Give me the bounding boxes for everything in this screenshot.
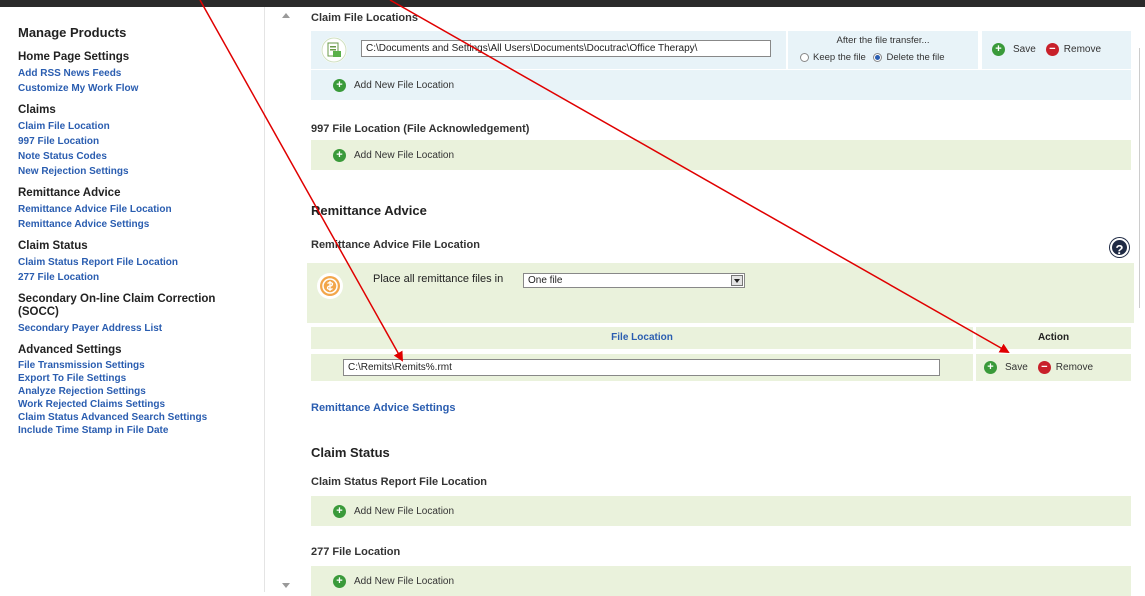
sidebar-item-file-transmission[interactable]: File Transmission Settings <box>18 359 264 372</box>
sidebar-item-include-timestamp[interactable]: Include Time Stamp in File Date <box>18 424 264 437</box>
loc277-title: 277 File Location <box>311 546 401 558</box>
remittance-section-title: Remittance Advice <box>311 203 427 218</box>
place-files-value: One file <box>528 275 563 286</box>
right-edge-border <box>1139 48 1145 308</box>
sidebar-heading-claims: Claims <box>18 104 56 116</box>
claim-file-row: C:\Documents and Settings\All Users\Docu… <box>311 31 786 69</box>
remove-icon: − <box>1037 361 1051 374</box>
sidebar-heading-advanced: Advanced Settings <box>18 344 122 356</box>
remittance-action-cell: + Save − Remove <box>976 354 1131 381</box>
ack-file-location-title: 997 File Location (File Acknowledgement) <box>311 123 530 135</box>
keep-file-label: Keep the file <box>813 52 866 63</box>
sidebar-item-customize-workflow[interactable]: Customize My Work Flow <box>18 81 264 96</box>
sidebar-item-remittance-settings[interactable]: Remittance Advice Settings <box>18 217 264 232</box>
sidebar-heading-remittance: Remittance Advice <box>18 187 121 199</box>
sidebar-item-claim-status-advanced[interactable]: Claim Status Advanced Search Settings <box>18 411 264 424</box>
claim-status-add-row: + Add New File Location <box>311 496 1131 526</box>
after-transfer-cell: After the file transfer... Keep the file… <box>788 31 978 69</box>
claim-status-add-new-button[interactable]: Add New File Location <box>354 506 454 517</box>
remittance-path-input[interactable]: C:\Remits\Remits%.rmt <box>343 359 940 376</box>
sidebar-item-note-status-codes[interactable]: Note Status Codes <box>18 149 264 164</box>
remittance-remove-button[interactable]: Remove <box>1056 362 1093 373</box>
claim-add-row: + Add New File Location <box>311 70 1131 100</box>
sidebar-item-claim-file-location[interactable]: Claim File Location <box>18 119 264 134</box>
claim-action-cell: + Save − Remove <box>982 31 1131 69</box>
add-icon: + <box>333 78 346 92</box>
sidebar: Manage Products Home Page Settings Add R… <box>0 7 265 592</box>
sidebar-item-work-rejected[interactable]: Work Rejected Claims Settings <box>18 398 264 411</box>
sidebar-heading-socc: Secondary On-line Claim Correction (SOCC… <box>18 293 216 318</box>
remittance-save-button[interactable]: Save <box>1005 362 1028 373</box>
sidebar-item-remittance-file-location[interactable]: Remittance Advice File Location <box>18 202 264 217</box>
sidebar-item-export-to-file[interactable]: Export To File Settings <box>18 372 264 385</box>
claim-add-new-button[interactable]: Add New File Location <box>354 80 454 91</box>
after-transfer-label: After the file transfer... <box>836 35 930 46</box>
claim-status-report-title: Claim Status Report File Location <box>311 476 488 488</box>
sidebar-item-add-rss[interactable]: Add RSS News Feeds <box>18 66 264 81</box>
add-icon: + <box>333 574 346 588</box>
remittance-path-row: C:\Remits\Remits%.rmt <box>311 354 973 381</box>
place-files-select[interactable]: One file <box>523 273 745 288</box>
claim-file-locations-title: Claim File Locations <box>311 12 418 24</box>
claim-remove-button[interactable]: Remove <box>1064 44 1101 55</box>
sidebar-item-277-file-location[interactable]: 277 File Location <box>18 270 264 285</box>
remittance-settings-link[interactable]: Remittance Advice Settings <box>311 402 455 414</box>
claim-status-section-title: Claim Status <box>311 445 390 460</box>
add-icon: + <box>333 504 346 518</box>
sidebar-item-claim-status-report[interactable]: Claim Status Report File Location <box>18 255 264 270</box>
place-files-label: Place all remittance files in <box>373 273 504 285</box>
keep-file-radio[interactable] <box>800 52 809 62</box>
top-bar <box>0 0 1145 7</box>
money-icon <box>316 272 343 299</box>
sidebar-item-analyze-rejection[interactable]: Analyze Rejection Settings <box>18 385 264 398</box>
vertical-scrollbar[interactable] <box>278 7 295 592</box>
remittance-file-location-title: Remittance Advice File Location <box>311 239 480 251</box>
add-icon: + <box>333 148 346 162</box>
sidebar-heading-claim-status: Claim Status <box>18 240 88 252</box>
main-content: Claim File Locations C:\Documents and Se… <box>295 7 1145 596</box>
scroll-down-icon[interactable] <box>282 583 290 588</box>
remittance-placement-panel: Place all remittance files in One file <box>307 263 1134 323</box>
ack-add-row: + Add New File Location <box>311 140 1131 170</box>
delete-file-radio[interactable] <box>873 52 883 62</box>
save-icon: + <box>992 43 1005 56</box>
ack-add-new-button[interactable]: Add New File Location <box>354 150 454 161</box>
chevron-down-icon[interactable] <box>731 275 743 286</box>
loc277-add-new-button[interactable]: Add New File Location <box>354 576 454 587</box>
sidebar-item-997-file-location[interactable]: 997 File Location <box>18 134 264 149</box>
claim-save-button[interactable]: Save <box>1013 44 1036 55</box>
sidebar-item-secondary-payer[interactable]: Secondary Payer Address List <box>18 321 264 336</box>
remove-icon: − <box>1045 43 1059 56</box>
sidebar-title: Manage Products <box>18 25 127 40</box>
sidebar-item-new-rejection-settings[interactable]: New Rejection Settings <box>18 164 264 179</box>
scroll-up-icon[interactable] <box>282 13 290 18</box>
sidebar-heading-home: Home Page Settings <box>18 51 130 63</box>
claim-path-input[interactable]: C:\Documents and Settings\All Users\Docu… <box>361 40 771 57</box>
help-icon[interactable]: ? <box>1110 238 1129 257</box>
save-icon: + <box>984 361 997 374</box>
col-action: Action <box>976 327 1131 349</box>
document-icon <box>321 37 347 63</box>
delete-file-label: Delete the file <box>886 52 945 63</box>
col-file-location: File Location <box>311 327 973 349</box>
